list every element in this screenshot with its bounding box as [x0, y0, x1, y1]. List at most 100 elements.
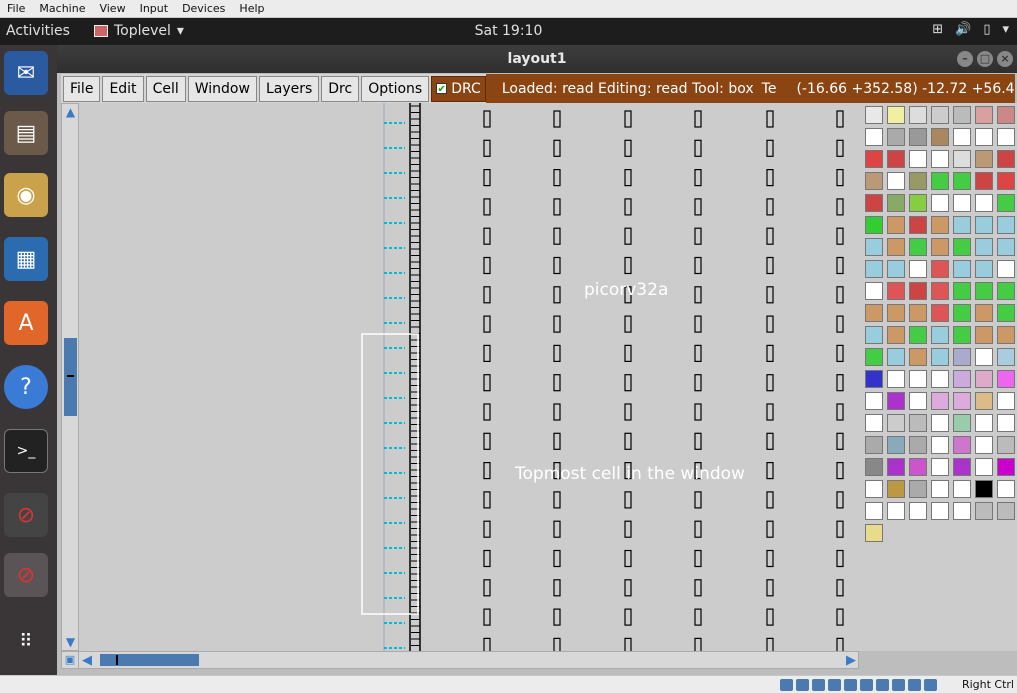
layer-swatch[interactable] — [931, 194, 949, 212]
layer-swatch[interactable] — [975, 304, 993, 322]
activities-button[interactable]: Activities — [6, 23, 70, 39]
menu-cell[interactable]: Cell — [145, 75, 186, 102]
layer-swatch[interactable] — [887, 282, 905, 300]
horizontal-scrollbar[interactable]: ◀ ▶ — [61, 651, 859, 669]
layer-swatch[interactable] — [953, 238, 971, 256]
menu-file[interactable]: File — [63, 75, 101, 102]
layer-swatch[interactable] — [865, 326, 883, 344]
layer-swatch[interactable] — [887, 392, 905, 410]
layer-swatch[interactable] — [865, 524, 883, 542]
layer-swatch[interactable] — [997, 326, 1015, 344]
layer-swatch[interactable] — [931, 370, 949, 388]
layer-swatch[interactable] — [953, 282, 971, 300]
layer-swatch[interactable] — [909, 436, 927, 454]
layer-swatch[interactable] — [909, 194, 927, 212]
layer-swatch[interactable] — [887, 260, 905, 278]
layer-swatch[interactable] — [975, 436, 993, 454]
layer-swatch[interactable] — [953, 370, 971, 388]
layer-swatch[interactable] — [975, 260, 993, 278]
layer-swatch[interactable] — [931, 458, 949, 476]
layer-swatch[interactable] — [887, 128, 905, 146]
software-center-icon[interactable]: A — [4, 301, 48, 345]
drc-checkbox-icon[interactable]: ✔ — [436, 83, 448, 95]
layer-swatch[interactable] — [997, 128, 1015, 146]
layer-swatch[interactable] — [975, 106, 993, 124]
layer-swatch[interactable] — [997, 172, 1015, 190]
layer-swatch[interactable] — [931, 172, 949, 190]
drc-toggle[interactable]: ✔ DRC — [431, 75, 486, 102]
layer-swatch[interactable] — [931, 304, 949, 322]
layer-swatch[interactable] — [887, 326, 905, 344]
optical-icon[interactable] — [796, 679, 809, 691]
layer-swatch[interactable] — [975, 128, 993, 146]
files-icon[interactable]: ▤ — [4, 111, 48, 155]
layer-swatch[interactable] — [975, 414, 993, 432]
usb-icon[interactable] — [844, 679, 857, 691]
layer-swatch[interactable] — [931, 502, 949, 520]
show-apps-icon[interactable]: ⠿ — [4, 619, 48, 663]
zoom-box-icon[interactable]: ▣ — [61, 651, 79, 669]
layer-swatch[interactable] — [931, 216, 949, 234]
layout-canvas[interactable]: picorv32a Topmost cell in the window — [79, 103, 862, 651]
layer-swatch[interactable] — [865, 128, 883, 146]
layer-swatch[interactable] — [909, 150, 927, 168]
layer-swatch[interactable] — [865, 436, 883, 454]
terminal-icon[interactable]: >_ — [4, 429, 48, 473]
layer-swatch[interactable] — [953, 436, 971, 454]
menu-edit[interactable]: Edit — [102, 75, 144, 102]
layer-swatch[interactable] — [865, 216, 883, 234]
layer-swatch[interactable] — [887, 414, 905, 432]
layer-swatch[interactable] — [865, 172, 883, 190]
blocked-app-active-icon[interactable]: ⊘ — [4, 553, 48, 597]
shared-folder-icon[interactable] — [860, 679, 873, 691]
layer-swatch[interactable] — [953, 392, 971, 410]
thunderbird-icon[interactable]: ✉ — [4, 51, 48, 95]
layer-swatch[interactable] — [865, 392, 883, 410]
layer-swatch[interactable] — [975, 216, 993, 234]
help-icon[interactable]: ? — [4, 365, 48, 409]
layer-swatch[interactable] — [887, 502, 905, 520]
layer-swatch[interactable] — [865, 106, 883, 124]
scroll-left-icon[interactable]: ◀ — [82, 653, 92, 668]
writer-icon[interactable]: ▦ — [4, 237, 48, 281]
host-menu-file[interactable]: File — [0, 2, 32, 15]
scroll-up-icon[interactable]: ▲ — [64, 105, 77, 119]
layer-swatch[interactable] — [865, 458, 883, 476]
host-menu-help[interactable]: Help — [232, 2, 271, 15]
layer-swatch[interactable] — [953, 194, 971, 212]
layer-swatch[interactable] — [909, 216, 927, 234]
layer-swatch[interactable] — [887, 304, 905, 322]
layer-swatch[interactable] — [909, 172, 927, 190]
layer-swatch[interactable] — [997, 436, 1015, 454]
layer-swatch[interactable] — [953, 150, 971, 168]
layer-swatch[interactable] — [997, 194, 1015, 212]
layer-swatch[interactable] — [953, 458, 971, 476]
minimize-icon[interactable]: – — [957, 51, 973, 67]
layer-swatch[interactable] — [975, 194, 993, 212]
layer-swatch[interactable] — [997, 348, 1015, 366]
layer-swatch[interactable] — [997, 392, 1015, 410]
layer-swatch[interactable] — [997, 370, 1015, 388]
blocked-app-icon[interactable]: ⊘ — [4, 493, 48, 537]
layer-swatch[interactable] — [887, 238, 905, 256]
layer-swatch[interactable] — [909, 326, 927, 344]
menu-drc[interactable]: Drc — [321, 75, 360, 102]
layer-swatch[interactable] — [865, 370, 883, 388]
layer-swatch[interactable] — [975, 480, 993, 498]
layer-swatch[interactable] — [931, 326, 949, 344]
menu-options[interactable]: Options — [361, 75, 430, 102]
layer-swatch[interactable] — [931, 392, 949, 410]
layer-swatch[interactable] — [909, 348, 927, 366]
layer-swatch[interactable] — [865, 480, 883, 498]
vertical-scroll-thumb[interactable] — [64, 338, 77, 416]
layer-swatch[interactable] — [887, 458, 905, 476]
layer-swatch[interactable] — [975, 458, 993, 476]
layer-swatch[interactable] — [953, 480, 971, 498]
layer-swatch[interactable] — [865, 150, 883, 168]
layer-swatch[interactable] — [931, 414, 949, 432]
layer-swatch[interactable] — [975, 172, 993, 190]
layer-swatch[interactable] — [953, 304, 971, 322]
display-icon[interactable] — [876, 679, 889, 691]
close-icon[interactable]: × — [997, 51, 1013, 67]
layer-swatch[interactable] — [953, 216, 971, 234]
